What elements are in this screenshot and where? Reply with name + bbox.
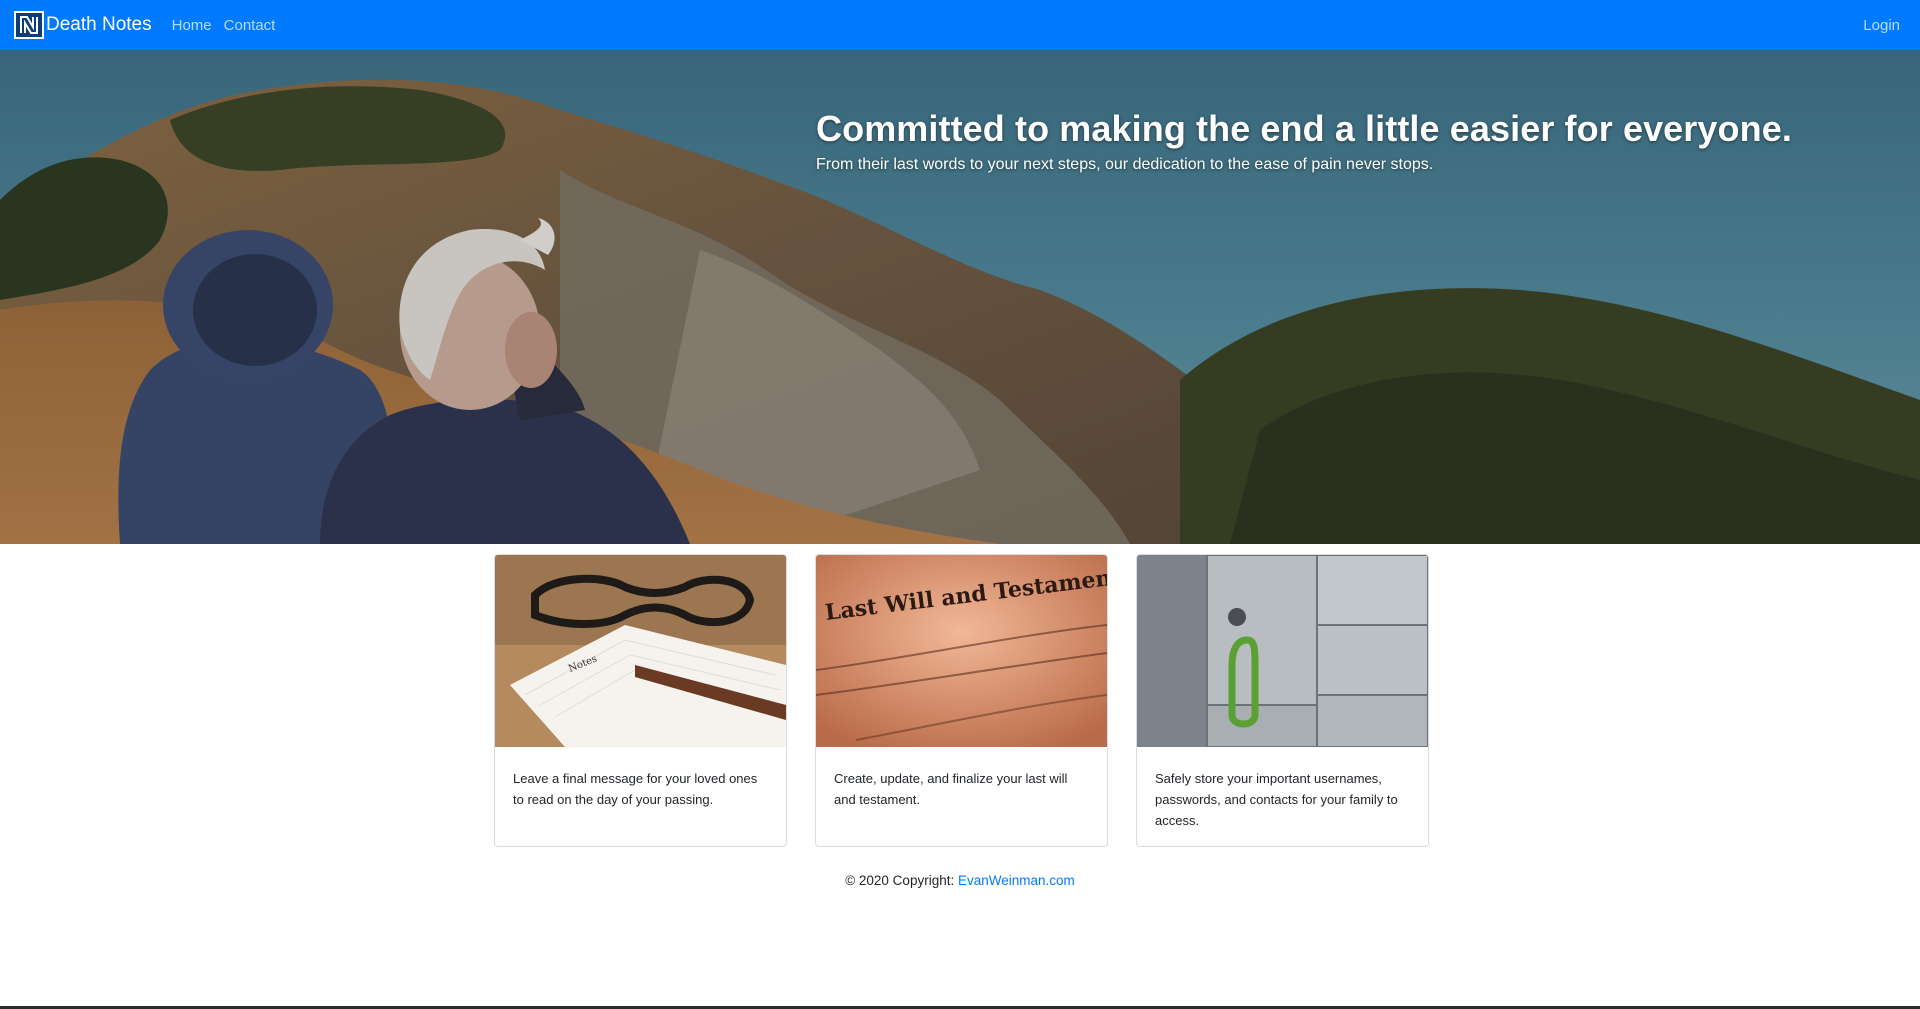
nav-links: Home Contact bbox=[172, 17, 288, 34]
card-notes: Notes Leave a final message for your lov… bbox=[494, 554, 787, 847]
hero-text: Committed to making the end a little eas… bbox=[816, 108, 1792, 174]
card-text: Safely store your important usernames, p… bbox=[1155, 771, 1398, 828]
brand-logo-icon bbox=[14, 11, 44, 39]
nav-link-contact[interactable]: Contact bbox=[224, 17, 276, 34]
brand-name: Death Notes bbox=[46, 14, 152, 35]
hero-banner: Committed to making the end a little eas… bbox=[0, 50, 1920, 544]
footer-link[interactable]: EvanWeinman.com bbox=[958, 873, 1075, 888]
footer: © 2020 Copyright: EvanWeinman.com bbox=[0, 873, 1920, 888]
card-text: Create, update, and finalize your last w… bbox=[834, 771, 1068, 807]
card-will: Last Will and Testament Create, update, … bbox=[815, 554, 1108, 847]
lockbox-image bbox=[1137, 555, 1428, 747]
brand[interactable]: Death Notes bbox=[14, 11, 152, 39]
navbar: Death Notes Home Contact Login bbox=[0, 0, 1920, 50]
login-link[interactable]: Login bbox=[1863, 17, 1900, 34]
card-lockbox: Safely store your important usernames, p… bbox=[1136, 554, 1429, 847]
card-text: Leave a final message for your loved one… bbox=[513, 771, 758, 807]
footer-copyright: © 2020 Copyright: bbox=[845, 873, 958, 888]
hero-subtitle: From their last words to your next steps… bbox=[816, 156, 1434, 173]
hero-title: Committed to making the end a little eas… bbox=[816, 108, 1792, 149]
will-image: Last Will and Testament bbox=[816, 555, 1107, 747]
feature-cards: Notes Leave a final message for your lov… bbox=[494, 554, 1429, 847]
nav-link-home[interactable]: Home bbox=[172, 17, 212, 34]
notes-image: Notes bbox=[495, 555, 786, 747]
